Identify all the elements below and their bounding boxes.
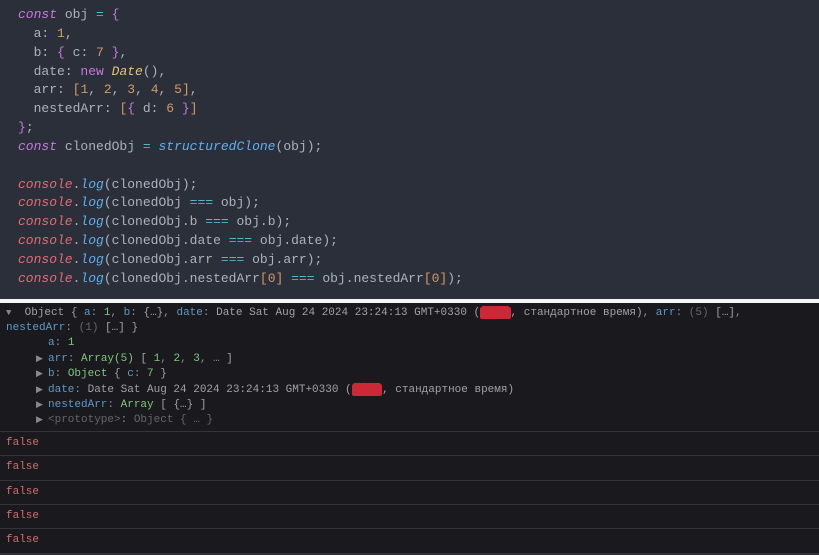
expand-toggle-icon[interactable]: ▶ [36, 414, 48, 427]
code-line: nestedArr: [{ d: 6 }] [18, 100, 801, 119]
code-line: date: new Date(), [18, 63, 801, 82]
console-prop-row[interactable]: a: 1 [36, 336, 813, 351]
redacted-text: ████ [352, 384, 382, 396]
console-prop-row[interactable]: ▶date: Date Sat Aug 24 2024 23:24:13 GMT… [36, 383, 813, 398]
console-log-object[interactable]: ▼ Object { a: 1, b: {…}, date: Date Sat … [0, 303, 819, 432]
code-line: const clonedObj = structuredClone(obj); [18, 138, 801, 157]
code-line: console.log(clonedObj.date === obj.date)… [18, 232, 801, 251]
console-object-expansion: a: 1 ▶arr: Array(5) [ 1, 2, 3, … ] ▶b: O… [6, 336, 813, 428]
console-log-false: false [0, 505, 819, 529]
console-log-false: false [0, 456, 819, 480]
console-log-false: false [0, 481, 819, 505]
expand-toggle-icon[interactable]: ▼ [6, 307, 18, 320]
code-line: const obj = { [18, 6, 801, 25]
code-line: console.log(clonedObj.b === obj.b); [18, 213, 801, 232]
expand-toggle-icon[interactable]: ▶ [36, 384, 48, 397]
console-output: ▼ Object { a: 1, b: {…}, date: Date Sat … [0, 303, 819, 554]
expand-toggle-icon[interactable]: ▶ [36, 368, 48, 381]
code-line: console.log(clonedObj.arr === obj.arr); [18, 251, 801, 270]
code-line: console.log(clonedObj); [18, 176, 801, 195]
console-prop-row[interactable]: ▶nestedArr: Array [ {…} ] [36, 398, 813, 413]
code-line: arr: [1, 2, 3, 4, 5], [18, 81, 801, 100]
console-prop-row[interactable]: ▶b: Object { c: 7 } [36, 367, 813, 382]
code-editor: const obj = { a: 1, b: { c: 7 }, date: n… [0, 0, 819, 299]
code-line: }; [18, 119, 801, 138]
expand-toggle-icon[interactable]: ▶ [36, 353, 48, 366]
code-line [18, 157, 801, 176]
code-line: a: 1, [18, 25, 801, 44]
console-log-false: false [0, 432, 819, 456]
console-prop-row[interactable]: ▶arr: Array(5) [ 1, 2, 3, … ] [36, 352, 813, 367]
expand-toggle-icon[interactable]: ▶ [36, 399, 48, 412]
code-line: console.log(clonedObj.nestedArr[0] === o… [18, 270, 801, 289]
console-log-false: false [0, 529, 819, 553]
code-line: b: { c: 7 }, [18, 44, 801, 63]
code-line: console.log(clonedObj === obj); [18, 194, 801, 213]
console-prop-row[interactable]: ▶<prototype>: Object { … } [36, 413, 813, 428]
redacted-text: ████ [480, 307, 510, 319]
